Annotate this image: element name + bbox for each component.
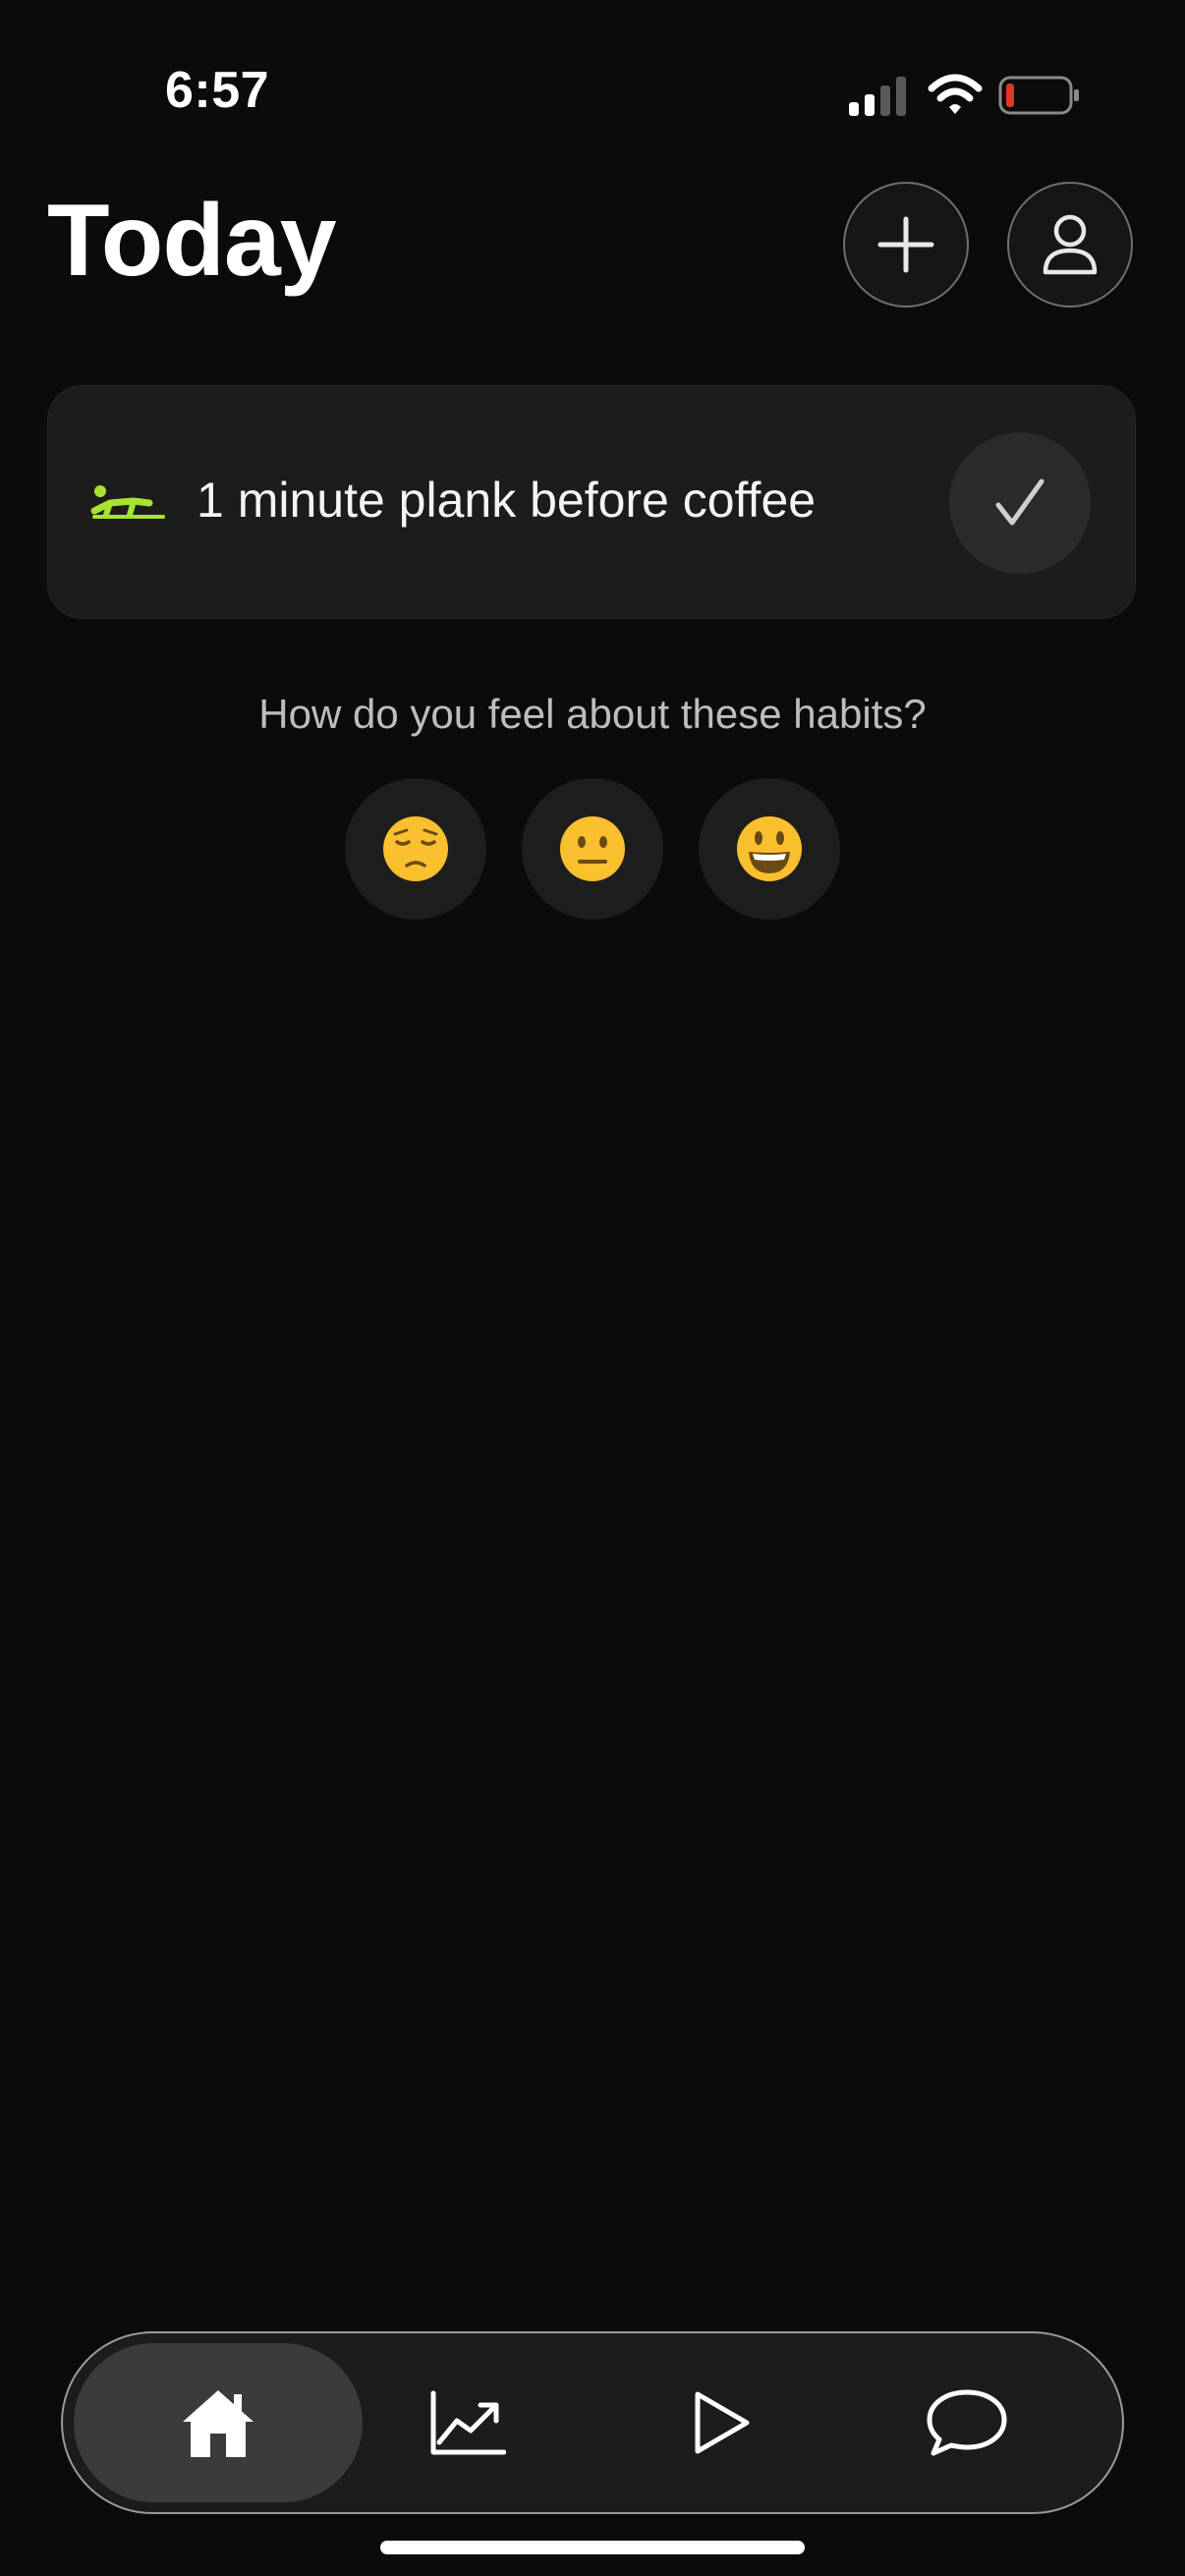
cellular-signal-icon xyxy=(849,77,906,116)
page-title: Today xyxy=(47,184,337,298)
plank-icon xyxy=(90,485,165,519)
status-time: 6:57 xyxy=(165,62,270,119)
mood-sad-button[interactable] xyxy=(345,778,486,920)
tab-home[interactable] xyxy=(74,2343,363,2502)
tab-stats[interactable] xyxy=(369,2343,566,2502)
battery-icon xyxy=(998,76,1079,115)
play-icon xyxy=(695,2391,750,2454)
pensive-face-icon xyxy=(383,816,448,881)
checkmark-icon xyxy=(995,478,1044,526)
plus-icon xyxy=(877,216,934,273)
chart-icon xyxy=(430,2390,506,2455)
tab-chat[interactable] xyxy=(869,2343,1065,2502)
person-icon xyxy=(1043,214,1098,275)
mood-question: How do you feel about these habits? xyxy=(258,691,927,737)
home-icon xyxy=(183,2390,254,2457)
complete-habit-button[interactable] xyxy=(949,432,1091,574)
mood-happy-button[interactable] xyxy=(699,778,840,920)
wifi-icon xyxy=(928,74,983,114)
habit-label: 1 minute plank before coffee xyxy=(197,473,817,528)
smiling-face-icon xyxy=(737,816,802,881)
chat-icon xyxy=(927,2389,1007,2456)
mood-neutral-button[interactable] xyxy=(522,778,663,920)
neutral-face-icon xyxy=(560,816,625,881)
home-indicator xyxy=(380,2541,805,2554)
add-habit-button[interactable] xyxy=(843,182,969,308)
profile-button[interactable] xyxy=(1007,182,1133,308)
tab-play[interactable] xyxy=(623,2343,819,2502)
